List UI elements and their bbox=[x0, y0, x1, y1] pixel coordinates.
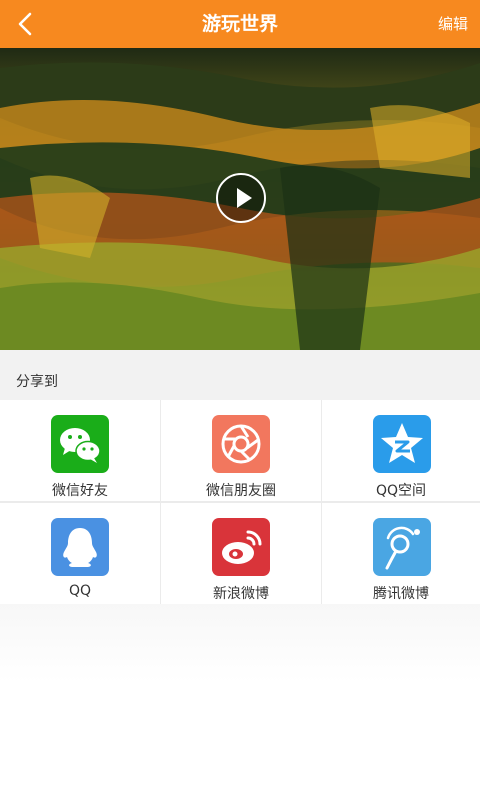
wechat-icon bbox=[51, 415, 109, 473]
tencent-weibo-icon bbox=[373, 518, 431, 576]
share-target-label: QQ空间 bbox=[375, 483, 427, 499]
qq-icon bbox=[51, 518, 109, 576]
share-wechat-friend[interactable]: 微信好友 bbox=[0, 400, 160, 501]
edit-button[interactable]: 编辑 bbox=[438, 0, 468, 48]
share-target-label: 新浪微博 bbox=[213, 586, 269, 602]
blank-area bbox=[0, 604, 480, 800]
share-qzone[interactable]: QQ空间 bbox=[322, 400, 480, 501]
share-sina-weibo[interactable]: 新浪微博 bbox=[161, 503, 321, 604]
share-target-label: QQ bbox=[68, 583, 92, 599]
share-wechat-moments[interactable]: 微信朋友圈 bbox=[161, 400, 321, 501]
video-player[interactable] bbox=[0, 48, 480, 350]
moments-icon bbox=[212, 415, 270, 473]
play-button[interactable] bbox=[216, 173, 266, 223]
qzone-icon bbox=[373, 415, 431, 473]
share-qq[interactable]: QQ bbox=[0, 503, 160, 604]
share-grid: 微信好友 微信朋友圈 QQ空间 QQ 新浪微博 腾讯微博 bbox=[0, 400, 480, 604]
weibo-icon bbox=[212, 518, 270, 576]
share-target-label: 微信好友 bbox=[52, 483, 108, 499]
share-target-label: 腾讯微博 bbox=[373, 586, 429, 602]
top-bar: 游玩世界 编辑 bbox=[0, 0, 480, 48]
page-title: 游玩世界 bbox=[201, 13, 278, 35]
share-target-label: 微信朋友圈 bbox=[206, 483, 276, 499]
share-tencent-weibo[interactable]: 腾讯微博 bbox=[322, 503, 480, 604]
play-icon bbox=[237, 188, 252, 208]
share-section-header: 分享到 bbox=[0, 350, 480, 400]
